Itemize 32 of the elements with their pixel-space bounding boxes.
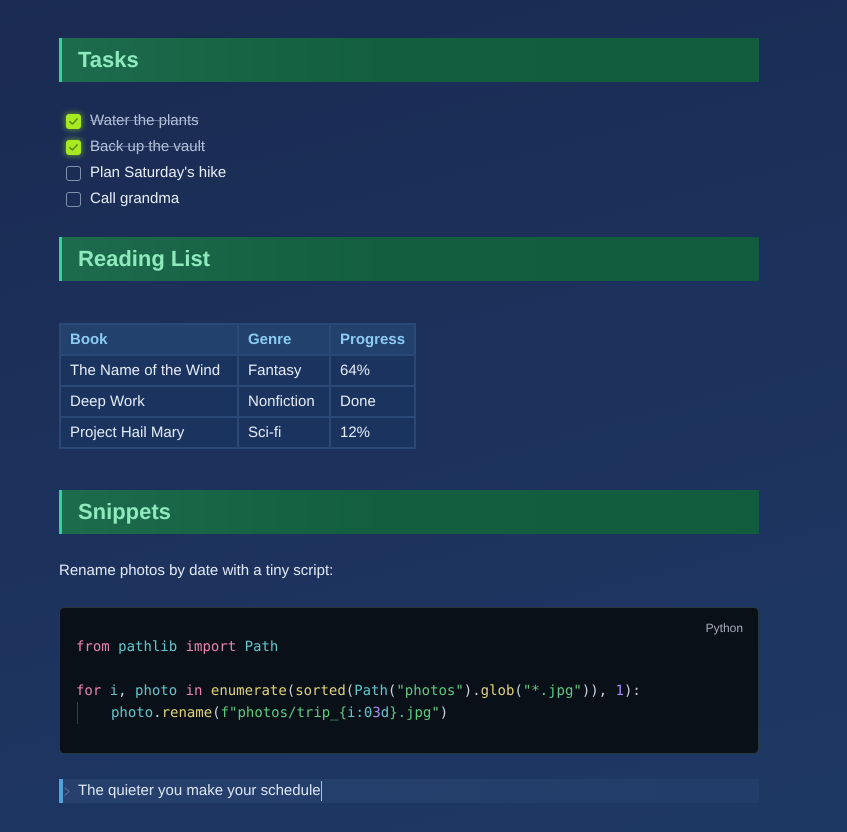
table-header-cell: Book xyxy=(60,324,238,355)
task-label: Call grandma xyxy=(90,189,180,209)
table-cell: Deep Work xyxy=(60,386,238,417)
chevron-icon xyxy=(64,786,70,796)
code-line: from pathlib import Path xyxy=(76,638,278,657)
table-cell: Fantasy xyxy=(238,355,330,386)
section-heading: Snippets xyxy=(59,490,759,534)
task-label: Water the plants xyxy=(90,111,199,131)
task-label: Back up the vault xyxy=(90,137,206,157)
check-icon xyxy=(69,118,78,124)
table-cell: 64% xyxy=(330,355,416,386)
language-label: Python xyxy=(706,620,743,636)
quote-text: The quieter you make your schedule xyxy=(78,781,321,801)
code-line: photo.rename(f"photos/trip_{i:03d}.jpg") xyxy=(111,704,448,723)
section-heading: Reading List xyxy=(59,237,759,281)
table-cell: 12% xyxy=(330,417,416,448)
table-cell: Nonfiction xyxy=(238,386,330,417)
checkbox[interactable] xyxy=(66,140,81,154)
table-header-cell: Progress xyxy=(330,324,416,355)
table-cell: Done xyxy=(330,386,416,417)
table-header-cell: Genre xyxy=(238,324,330,355)
section-heading: Tasks xyxy=(59,38,759,82)
task-label: Plan Saturday's hike xyxy=(90,163,226,183)
table-cell: Sci-fi xyxy=(238,417,330,448)
table-cell: Project Hail Mary xyxy=(60,417,238,448)
intro-text: Rename photos by date with a tiny script: xyxy=(59,561,334,581)
checkbox[interactable] xyxy=(66,114,81,128)
check-icon xyxy=(69,144,78,150)
checkbox[interactable] xyxy=(66,192,81,206)
checkbox[interactable] xyxy=(66,166,81,180)
table-cell: The Name of the Wind xyxy=(60,355,238,386)
code-line: for i, photo in enumerate(sorted(Path("photos").glob("*.jpg")), 1): xyxy=(76,682,641,701)
